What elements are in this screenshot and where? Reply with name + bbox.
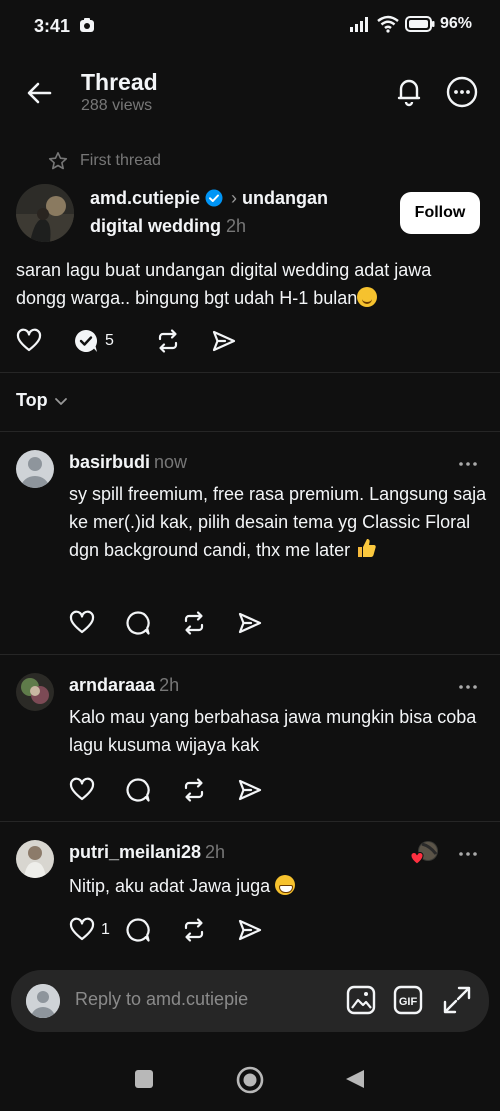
sort-label: Top <box>16 390 48 410</box>
post-time: 2h <box>226 216 247 236</box>
more-icon[interactable] <box>456 842 480 866</box>
reply-actions <box>69 777 263 803</box>
reply-text: sy spill freemium, free rasa premium. La… <box>69 480 489 564</box>
reply-username[interactable]: basirbudi now <box>69 452 187 473</box>
app-notification-icon <box>79 17 95 33</box>
grinning-emoji-icon <box>275 875 296 895</box>
sort-dropdown[interactable]: Top <box>16 390 68 411</box>
like-count: 1 <box>101 921 110 938</box>
username[interactable]: putri_meilani28 <box>69 842 201 862</box>
post-text: saran lagu buat undangan digital wedding… <box>16 256 486 312</box>
avatar[interactable] <box>16 673 54 711</box>
reply-time: 2h <box>205 842 226 862</box>
post-author-line: amd.cutiepie › undangan digital wedding 2h <box>90 184 385 240</box>
reply-time: now <box>154 452 188 472</box>
reply-time: 2h <box>159 675 180 695</box>
post-actions: 5 <box>16 328 237 354</box>
heart-icon <box>69 917 95 943</box>
system-nav-bar <box>0 1050 500 1111</box>
reply-composer[interactable]: Reply to amd.cutiepie GIF <box>11 970 489 1032</box>
divider <box>0 372 500 373</box>
reply-body: sy spill freemium, free rasa premium. La… <box>69 484 487 560</box>
send-icon[interactable] <box>237 917 263 943</box>
community-name-1[interactable]: undangan <box>242 188 328 208</box>
list-item: arndaraaa 2h Kalo mau yang berbahasa jawa… <box>0 655 500 821</box>
send-icon[interactable] <box>237 610 263 636</box>
send-icon[interactable] <box>237 777 263 803</box>
follow-button[interactable]: Follow <box>400 192 480 234</box>
avatar[interactable] <box>16 450 54 488</box>
heart-icon[interactable] <box>69 610 125 636</box>
wifi-icon <box>376 15 400 33</box>
heart-icon[interactable] <box>69 777 125 803</box>
comment-icon[interactable] <box>125 610 181 636</box>
reply-body: Nitip, aku adat Jawa juga <box>69 876 271 896</box>
comment-icon[interactable] <box>125 777 181 803</box>
top-bar: Thread 288 views <box>0 60 500 124</box>
battery-icon <box>404 16 435 32</box>
star-icon <box>48 151 68 171</box>
arrow-left-icon[interactable] <box>24 77 56 109</box>
status-time: 3:41 <box>34 16 71 36</box>
first-thread-text: First thread <box>80 152 161 169</box>
comment-check-icon <box>73 328 99 354</box>
more-circle-icon[interactable] <box>445 75 479 109</box>
author-username[interactable]: amd.cutiepie <box>90 188 200 208</box>
back-button[interactable] <box>344 1068 366 1090</box>
avatar <box>26 984 60 1018</box>
more-icon[interactable] <box>456 452 480 476</box>
heart-icon[interactable] <box>16 328 73 354</box>
expand-icon[interactable] <box>441 984 473 1016</box>
comment-icon[interactable] <box>125 917 181 943</box>
list-item: basirbudi now sy spill freemium, free ras… <box>0 432 500 654</box>
svg-text:GIF: GIF <box>399 996 418 1008</box>
more-icon[interactable] <box>456 675 480 699</box>
avatar[interactable] <box>16 840 54 878</box>
reply-username[interactable]: arndaraaa 2h <box>69 675 179 696</box>
verified-icon <box>205 189 223 207</box>
slightly-smiling-emoji-icon <box>357 287 378 307</box>
recents-button[interactable] <box>134 1069 154 1089</box>
reply-actions: 1 <box>69 917 263 943</box>
view-count: 288 views <box>81 97 153 114</box>
image-icon[interactable] <box>345 984 377 1016</box>
repost-icon[interactable] <box>155 328 211 354</box>
signal-icon <box>349 16 371 32</box>
bell-icon[interactable] <box>392 74 426 108</box>
home-button[interactable] <box>236 1066 264 1094</box>
repost-icon[interactable] <box>181 610 237 636</box>
status-bar: 3:41 96% <box>0 0 500 52</box>
author-liked-icon <box>410 840 440 866</box>
page-title-block: Thread 288 views <box>81 68 158 116</box>
username[interactable]: arndaraaa <box>69 675 155 695</box>
avatar[interactable] <box>16 184 74 242</box>
username[interactable]: basirbudi <box>69 452 150 472</box>
battery-percent: 96% <box>439 15 472 32</box>
send-icon[interactable] <box>211 328 237 354</box>
chevron-right-icon: › <box>231 188 238 208</box>
replies-button[interactable]: 5 <box>73 328 155 354</box>
reply-actions <box>69 610 263 636</box>
repost-icon[interactable] <box>181 777 237 803</box>
list-item: putri_meilani28 2h Nitip, aku adat Jawa j… <box>0 822 500 962</box>
reply-text: Kalo mau yang berbahasa jawa mungkin bis… <box>69 707 477 755</box>
like-button[interactable]: 1 <box>69 917 125 943</box>
repost-icon[interactable] <box>181 917 237 943</box>
reply-text: Nitip, aku adat Jawa juga <box>69 872 489 900</box>
reply-count: 5 <box>105 332 114 349</box>
chevron-down-icon <box>54 394 68 408</box>
reply-username[interactable]: putri_meilani28 2h <box>69 842 225 863</box>
community-name-2[interactable]: digital wedding <box>90 216 221 236</box>
thumbs-up-emoji-icon <box>355 537 377 559</box>
first-thread-label: First thread <box>48 151 161 171</box>
page-title: Thread <box>81 69 158 95</box>
gif-icon[interactable]: GIF <box>392 984 424 1016</box>
reply-input[interactable]: Reply to amd.cutiepie <box>75 989 248 1010</box>
